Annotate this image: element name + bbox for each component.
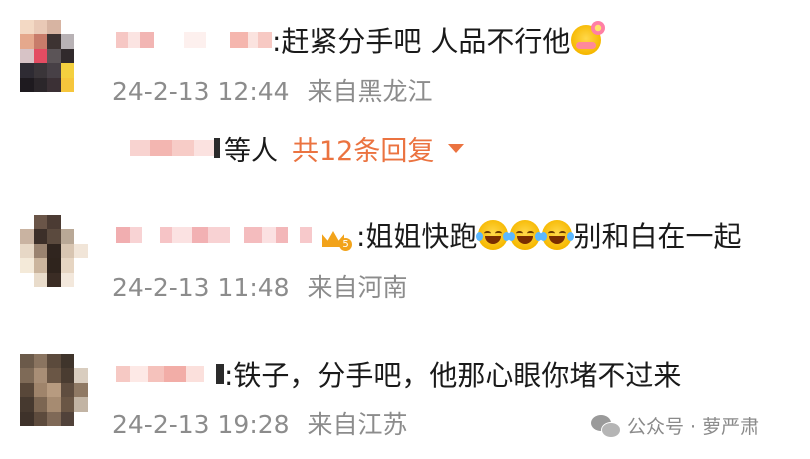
comment-text: :铁子，分手吧，他那心眼你堵不过来 (224, 359, 682, 392)
avatar[interactable] (20, 215, 88, 287)
username-blurred[interactable] (116, 31, 272, 49)
comment-meta: 24-2-13 12:44 来自黑龙江 (112, 72, 433, 108)
comment-line: :赶紧分手吧 人品不行他 (116, 20, 606, 60)
caret-down-icon[interactable] (448, 143, 465, 153)
username-blurred[interactable] (116, 226, 312, 244)
username-blurred (130, 138, 220, 158)
crown-badge-icon: 5 (320, 221, 352, 251)
reply-author-suffix: 等人 (224, 135, 278, 167)
timestamp: 24-2-13 19:28 (112, 410, 290, 439)
location: 来自江苏 (307, 410, 408, 439)
timestamp: 24-2-13 12:44 (112, 77, 290, 106)
wechat-icon (591, 413, 621, 439)
tears-of-joy-emoji (476, 220, 511, 250)
face-with-flower-emoji (571, 21, 606, 55)
comment-meta: 24-2-13 11:48 来自河南 (112, 268, 408, 304)
comment-line: 5 :姐姐快跑 别和白在一起 (116, 215, 741, 255)
watermark-text: 公众号 · 萝严肃 (627, 416, 760, 438)
watermark: 公众号 · 萝严肃 (591, 412, 759, 439)
avatar[interactable] (20, 20, 88, 92)
comment-text: :赶紧分手吧 人品不行他 (272, 25, 571, 58)
reply-count-link[interactable]: 共12条回复 (292, 129, 434, 168)
timestamp: 24-2-13 11:48 (112, 273, 290, 302)
location: 来自河南 (307, 273, 408, 302)
comment-text-prefix: :姐姐快跑 (356, 220, 478, 253)
tears-of-joy-emoji (540, 220, 575, 250)
comment-meta: 24-2-13 19:28 来自江苏 (112, 405, 408, 441)
comment-text-suffix: 别和白在一起 (573, 220, 742, 253)
comment-line: :铁子，分手吧，他那心眼你堵不过来 (116, 354, 681, 394)
view-replies[interactable]: 等人 共12条回复 (130, 128, 465, 168)
tears-of-joy-emoji (508, 220, 543, 250)
avatar[interactable] (20, 354, 88, 426)
username-blurred[interactable] (116, 364, 224, 384)
location: 来自黑龙江 (307, 77, 433, 106)
